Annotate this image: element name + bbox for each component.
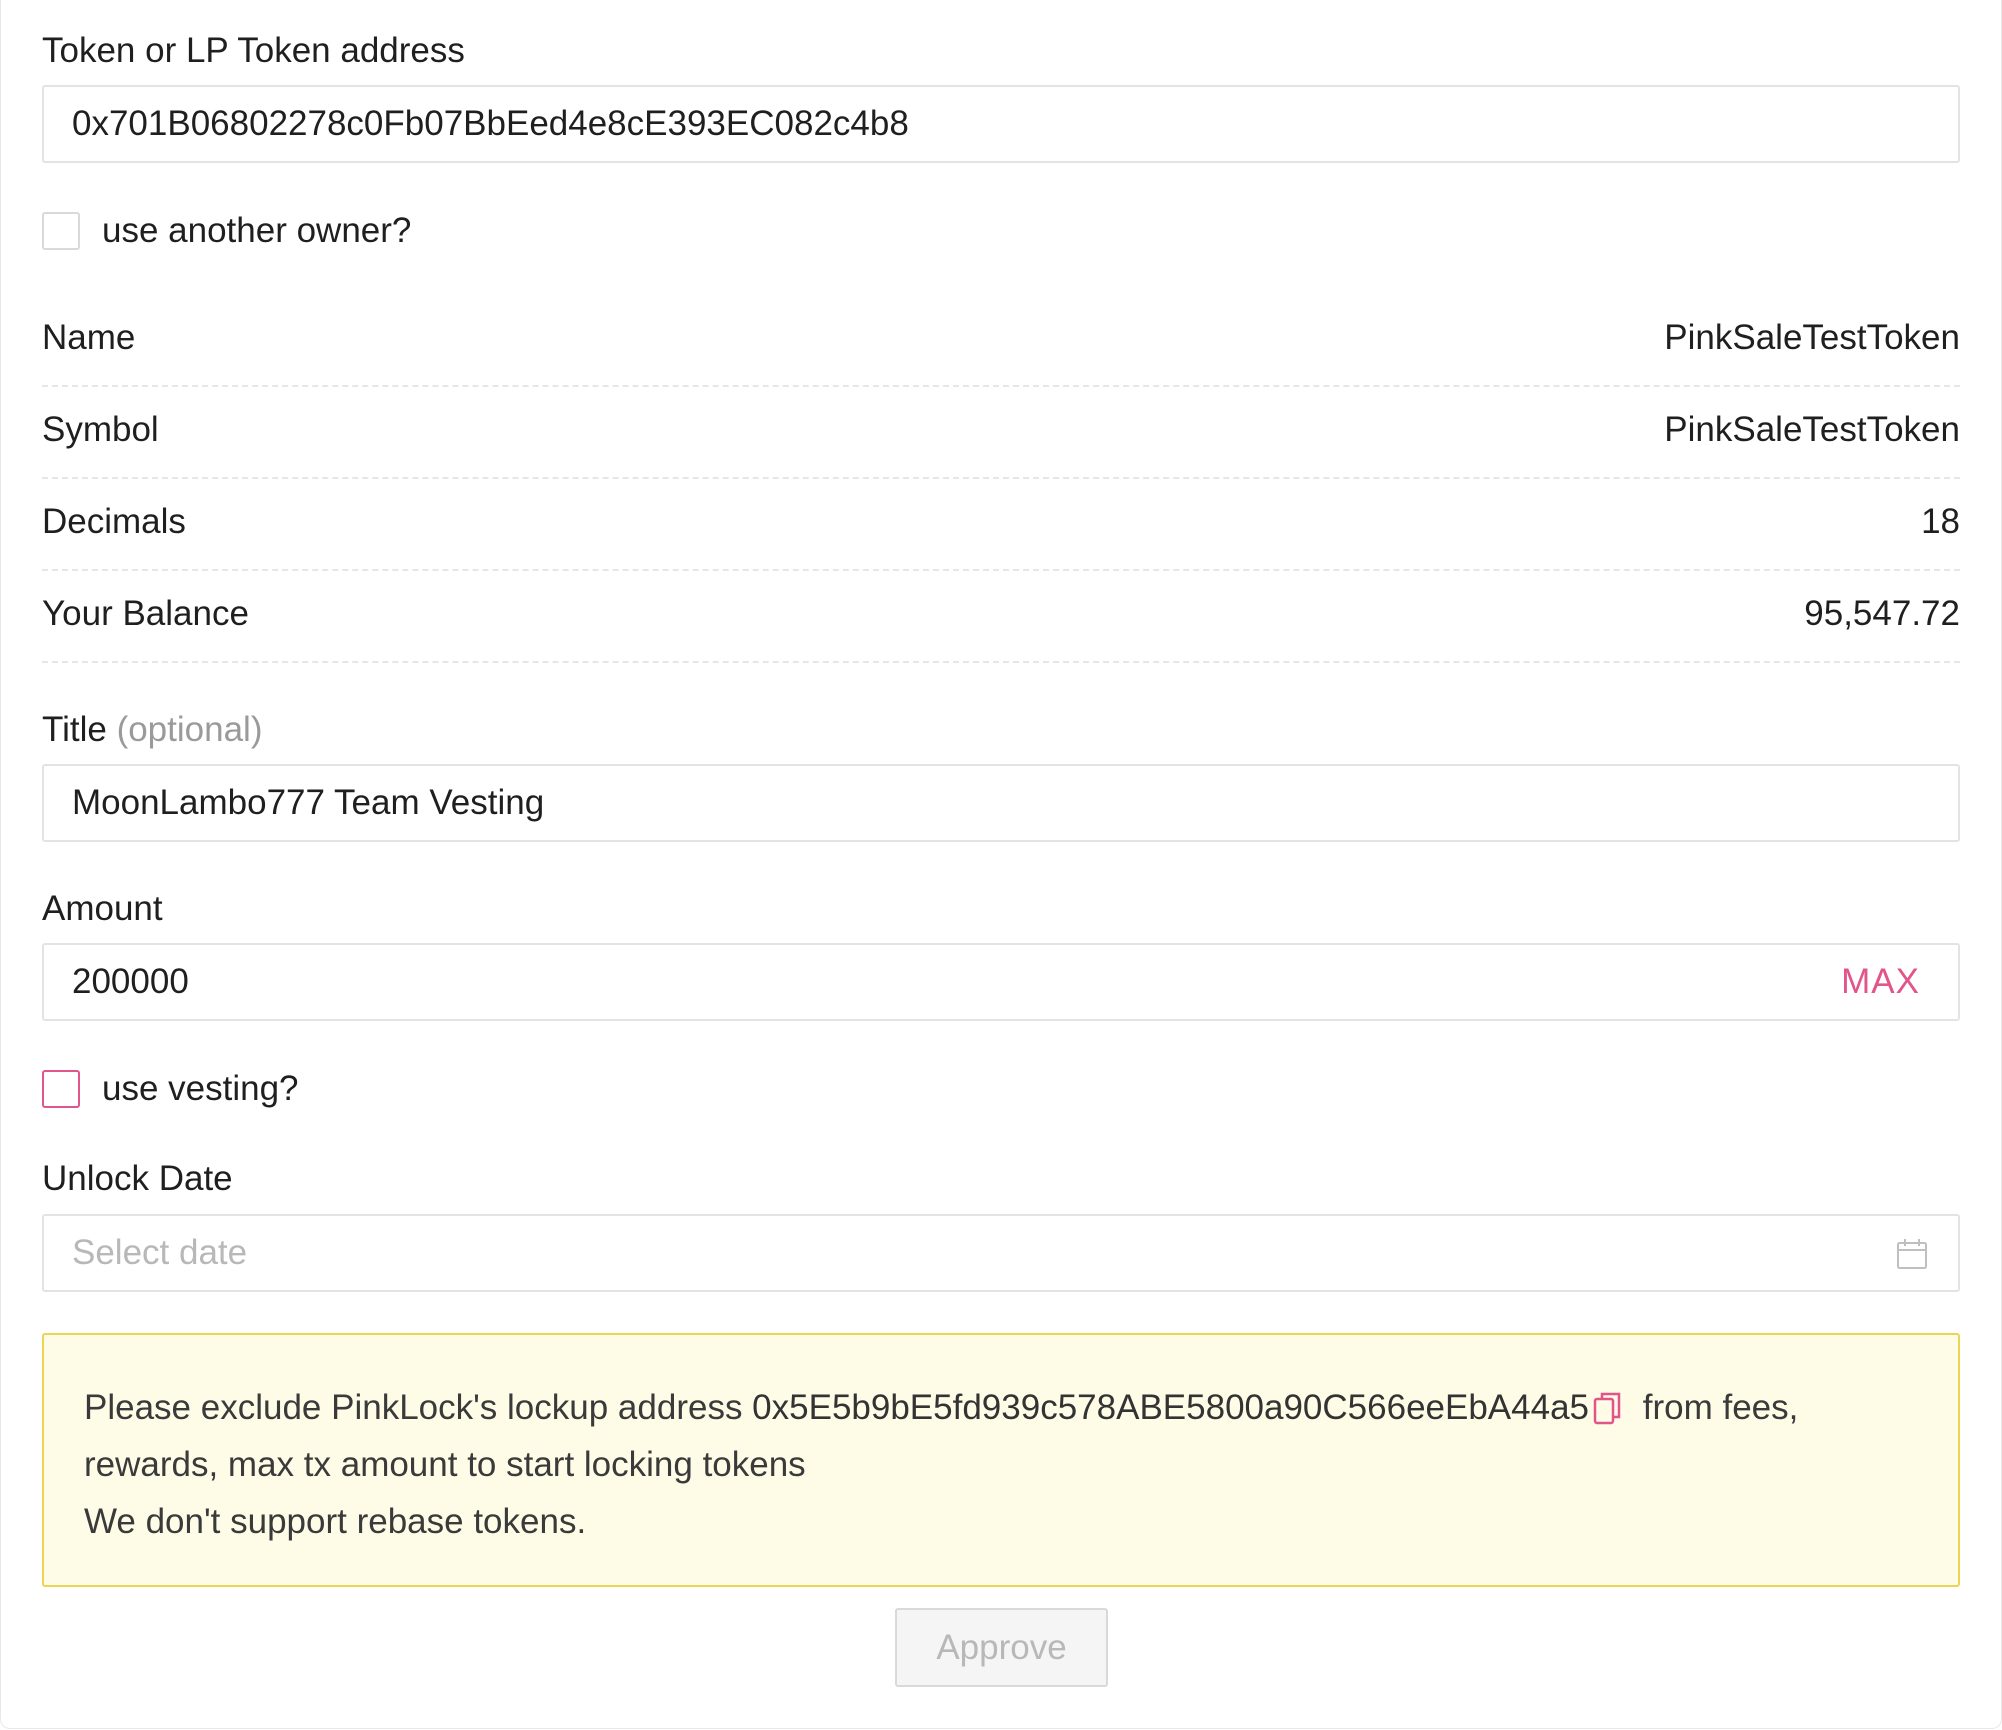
- token-balance-label: Your Balance: [42, 594, 249, 633]
- copy-icon[interactable]: [1593, 1391, 1623, 1425]
- unlock-date-label: Unlock Date: [42, 1159, 233, 1198]
- token-address-label: Token or LP Token address: [42, 31, 465, 70]
- amount-input[interactable]: 200000 MAX: [42, 943, 1960, 1021]
- amount-value: 200000: [72, 962, 189, 1001]
- token-decimals-row: Decimals 18: [42, 481, 1960, 571]
- token-balance-row: Your Balance 95,547.72: [42, 573, 1960, 663]
- vesting-label: use vesting?: [102, 1069, 299, 1108]
- title-label-text: Title: [42, 710, 107, 749]
- token-symbol-row: Symbol PinkSaleTestToken: [42, 389, 1960, 479]
- max-button[interactable]: MAX: [1841, 945, 1920, 1019]
- token-symbol-value: PinkSaleTestToken: [1664, 410, 1960, 449]
- token-address-value: 0x701B06802278c0Fb07BbEed4e8cE393EC082c4…: [72, 104, 909, 143]
- token-balance-value: 95,547.72: [1804, 594, 1960, 633]
- lockup-address: 0x5E5b9bE5fd939c578ABE5800a90C566eeEbA44…: [752, 1388, 1590, 1427]
- notice-text-before: Please exclude PinkLock's lockup address: [84, 1388, 753, 1427]
- token-name-label: Name: [42, 318, 136, 357]
- token-lock-form: Token or LP Token address 0x701B06802278…: [0, 0, 2002, 1729]
- title-optional-hint: (optional): [116, 710, 263, 749]
- unlock-date-placeholder: Select date: [72, 1233, 248, 1272]
- vesting-checkbox[interactable]: [42, 1070, 80, 1108]
- title-value: MoonLambo777 Team Vesting: [72, 783, 545, 822]
- token-name-row: Name PinkSaleTestToken: [42, 297, 1960, 387]
- lockup-notice: Please exclude PinkLock's lockup address…: [42, 1333, 1960, 1587]
- title-input[interactable]: MoonLambo777 Team Vesting: [42, 764, 1960, 842]
- token-decimals-value: 18: [1921, 502, 1960, 541]
- token-address-input[interactable]: 0x701B06802278c0Fb07BbEed4e8cE393EC082c4…: [42, 85, 1960, 163]
- token-name-value: PinkSaleTestToken: [1664, 318, 1960, 357]
- token-decimals-label: Decimals: [42, 502, 186, 541]
- unlock-date-picker[interactable]: Select date: [42, 1214, 1960, 1292]
- another-owner-label: use another owner?: [102, 211, 412, 250]
- token-symbol-label: Symbol: [42, 410, 159, 449]
- another-owner-checkbox[interactable]: [42, 212, 80, 250]
- amount-label: Amount: [42, 889, 163, 928]
- title-label: Title (optional): [42, 709, 262, 751]
- calendar-icon[interactable]: [1896, 1238, 1928, 1270]
- notice-line2: We don't support rebase tokens.: [84, 1502, 587, 1541]
- approve-button[interactable]: Approve: [895, 1608, 1108, 1687]
